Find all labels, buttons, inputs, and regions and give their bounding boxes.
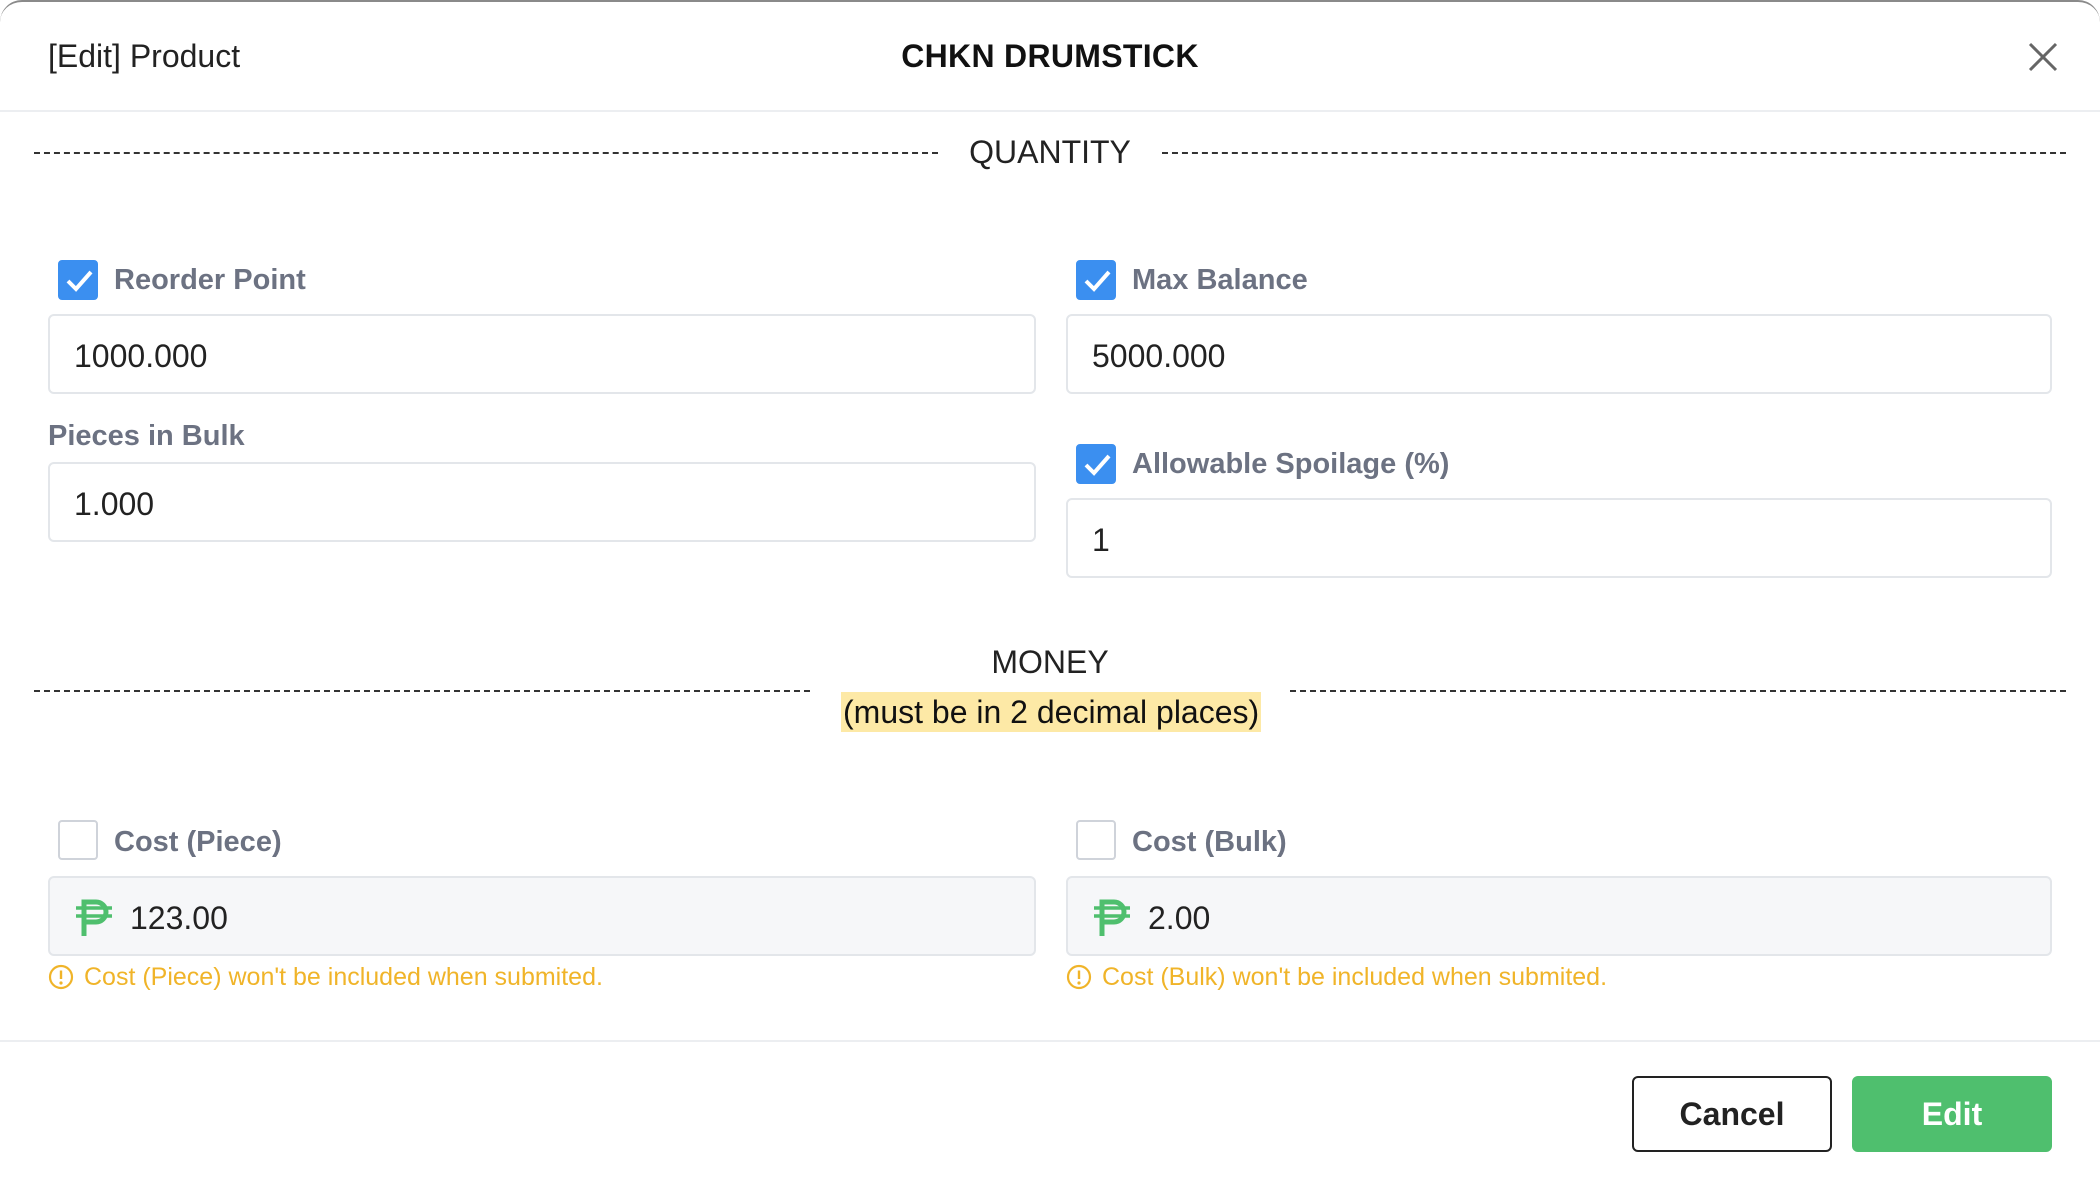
cost-piece-label: Cost (Piece) — [114, 826, 282, 858]
max-balance-input[interactable]: 5000.000 — [1066, 314, 2052, 394]
pieces-in-bulk-label: Pieces in Bulk — [48, 420, 245, 452]
product-name-title: CHKN DRUMSTICK — [901, 38, 1199, 74]
peso-icon — [1094, 899, 1130, 936]
warning-circle-icon — [48, 964, 74, 990]
reorder-point-checkbox[interactable] — [58, 260, 98, 300]
section-divider-left — [34, 690, 810, 692]
max-balance-checkbox[interactable] — [1076, 260, 1116, 300]
reorder-point-input[interactable]: 1000.000 — [48, 314, 1036, 394]
cancel-button[interactable]: Cancel — [1632, 1076, 1832, 1152]
edit-product-modal: [Edit] Product CHKN DRUMSTICK QUANTITY R… — [0, 0, 2100, 1180]
cost-piece-input[interactable]: 123.00 — [48, 876, 1036, 956]
check-icon — [1084, 454, 1111, 476]
allowable-spoilage-input[interactable]: 1 — [1066, 498, 2052, 578]
section-divider-right — [1290, 690, 2066, 692]
cost-piece-value: 123.00 — [130, 900, 228, 936]
money-decimal-note: (must be in 2 decimal places) — [841, 692, 1262, 732]
modal-footer: Cancel Edit — [0, 1040, 2100, 1180]
max-balance-label: Max Balance — [1132, 264, 1308, 296]
money-section-title: MONEY — [991, 644, 1109, 680]
section-divider-right — [1162, 152, 2066, 154]
cost-piece-checkbox[interactable] — [58, 820, 98, 860]
modal-header: [Edit] Product CHKN DRUMSTICK — [0, 2, 2100, 112]
peso-icon — [76, 899, 112, 936]
pieces-in-bulk-input[interactable]: 1.000 — [48, 462, 1036, 542]
cost-piece-warning: Cost (Piece) won't be included when subm… — [84, 963, 603, 991]
allowable-spoilage-label: Allowable Spoilage (%) — [1132, 448, 1450, 480]
warning-circle-icon — [1066, 964, 1092, 990]
reorder-point-label: Reorder Point — [114, 264, 306, 296]
max-balance-value: 5000.000 — [1092, 338, 1226, 374]
section-divider-left — [34, 152, 938, 154]
check-icon — [66, 270, 93, 292]
allowable-spoilage-checkbox[interactable] — [1076, 444, 1116, 484]
cost-bulk-value: 2.00 — [1148, 900, 1211, 936]
cost-bulk-input[interactable]: 2.00 — [1066, 876, 2052, 956]
allowable-spoilage-value: 1 — [1092, 522, 1110, 558]
cost-bulk-label: Cost (Bulk) — [1132, 826, 1287, 858]
reorder-point-value: 1000.000 — [74, 338, 208, 374]
cost-bulk-warning: Cost (Bulk) won't be included when submi… — [1102, 963, 1608, 991]
quantity-section-title: QUANTITY — [969, 134, 1131, 170]
edit-button[interactable]: Edit — [1852, 1076, 2052, 1152]
pieces-in-bulk-value: 1.000 — [74, 486, 155, 522]
check-icon — [1084, 270, 1111, 292]
cost-bulk-checkbox[interactable] — [1076, 820, 1116, 860]
close-icon[interactable] — [2024, 38, 2062, 76]
